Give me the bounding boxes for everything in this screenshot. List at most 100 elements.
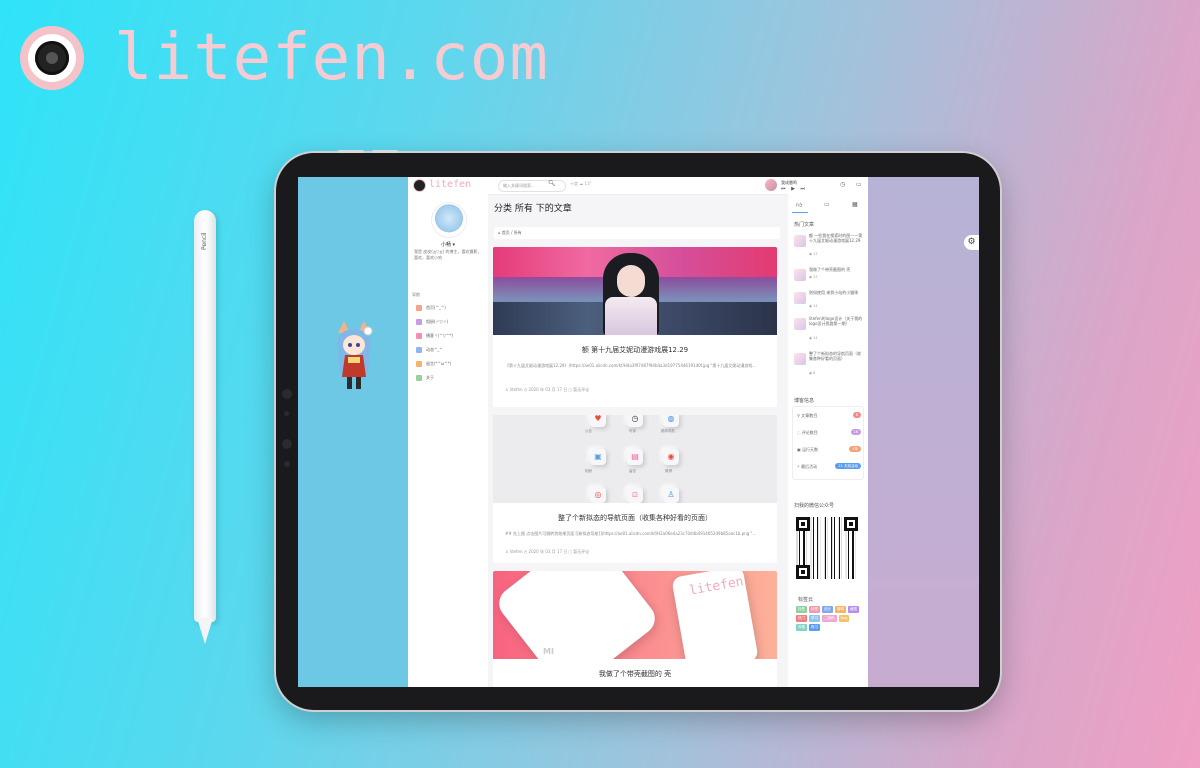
article-card[interactable]: 额 第十九届艾妮动漫游戏展12.29 《第十九届艾妮动漫游戏展12.29》(ht… <box>493 247 777 407</box>
stat-badge: 1年 <box>849 446 861 452</box>
top-navbar: litefen 输入关键词搜索... 🔍︎ 十度 ☁ 13° 我成雷鸣 ⏮ ▶ … <box>408 177 868 195</box>
stat-row: ⚲ 文章数目 8 <box>797 412 861 419</box>
tag[interactable]: 设计 <box>822 606 833 613</box>
tag[interactable]: 风格 <box>796 624 807 631</box>
tag[interactable]: 学习 <box>809 615 820 622</box>
tag[interactable]: 标签 <box>796 606 807 613</box>
guestbook-icon <box>416 361 422 367</box>
right-sidebar: 👍︎ ▭ ▦ 热门文章 额 一些我在搜索时的图——第十九届艾妮动漫游戏展12.2… <box>788 194 868 687</box>
tile-qq-icon[interactable]: ♙ <box>663 487 679 503</box>
tile-label: 相册 <box>585 469 592 473</box>
time-icon[interactable]: ◷ <box>840 181 845 188</box>
tile-label: 留言 <box>629 469 636 473</box>
hot-article-item[interactable]: 我做了个带壳截图的 壳 ◉ 17 <box>794 267 864 291</box>
page-title: 分类 所有 下的文章 <box>494 204 572 214</box>
tablet-top-button <box>338 150 364 153</box>
nav-item-album[interactable]: 相册(〃▽〃) <box>416 319 448 325</box>
tile-globe-icon[interactable]: ◍ <box>663 415 679 427</box>
tag[interactable]: 新闻 <box>835 606 846 613</box>
article-card[interactable]: MI litefen 我做了个带壳截图的 壳 <box>493 571 777 687</box>
article-title[interactable]: 额 第十九届艾妮动漫游戏展12.29 <box>493 345 777 355</box>
site-logo-text[interactable]: litefen <box>429 179 471 190</box>
tag-cloud: 标签 标签 设计 新闻 截图 热门 学习 二维码 Bug 风格 练习 <box>796 606 860 631</box>
home-icon <box>416 305 422 311</box>
tag[interactable]: 截图 <box>848 606 859 613</box>
message-icon[interactable]: ▭ <box>856 181 862 188</box>
article-excerpt: 《第十九届艾妮动漫游戏展12.29》(https://ae01.alicdn.c… <box>505 363 757 368</box>
tab-archive-icon[interactable]: ▦ <box>852 201 858 208</box>
nav-title: 导航 <box>412 292 420 297</box>
brand-logo-icon <box>20 26 84 90</box>
tag-cloud-title: 标签云 <box>798 597 814 603</box>
article-excerpt: ## 先上图 点击图片可跳转到效果页面 [[新拟态导航]](https://ae… <box>505 531 757 536</box>
blog-info-title: 博客信息 <box>794 398 815 404</box>
tile-label: 跳转导航 <box>661 429 675 433</box>
tile-tv-icon[interactable]: ▤ <box>627 449 643 465</box>
stat-row: ◌ 评论数目 16 <box>797 429 861 436</box>
tile-label: 时钟 <box>629 429 636 433</box>
settings-gear-icon[interactable]: ⚙ <box>964 235 979 250</box>
article-cover-image[interactable]: ♥ ◷ ◍ 公告 时钟 跳转导航 ▣ ▤ ◉ 相册 留言 微博 ◎ ⊡ ♙ <box>493 415 777 503</box>
hot-article-item[interactable]: litefen的logo设计（关于我的logo设计思路第一期） ◉ 14 <box>794 316 864 340</box>
tab-comments-icon[interactable]: ▭ <box>824 201 830 208</box>
stat-badge: 21 天前活动 <box>835 463 861 469</box>
nav-item-podcast[interactable]: 播客ヾ(^▽^*) <box>416 333 453 339</box>
tile-bilibili-icon[interactable]: ⊡ <box>627 487 643 503</box>
hot-article-item[interactable]: 额 一些我在搜索时的图——第十九届艾妮动漫游戏展12.29 ◉ 17 <box>794 233 864 257</box>
tag[interactable]: Bug <box>838 615 850 622</box>
player-controls[interactable]: ⏮ ▶ ⏭ <box>781 186 807 192</box>
camera-lens-icon <box>282 439 292 449</box>
stylus-tip <box>197 618 213 644</box>
screen-background-right <box>868 177 979 687</box>
tag[interactable]: 练习 <box>809 624 820 631</box>
article-cover-image[interactable]: MI litefen <box>493 571 777 659</box>
avatar[interactable] <box>431 202 467 238</box>
breadcrumb[interactable]: ⌂ 首页 / 所有 <box>494 227 780 239</box>
hot-article-item[interactable]: 则如使用 来到小站的小猫咪 ◉ 14 <box>794 290 864 314</box>
tag[interactable]: 标签 <box>809 606 820 613</box>
hot-articles-title: 热门文章 <box>794 222 815 228</box>
tile-clock-icon[interactable]: ◷ <box>627 415 643 427</box>
nav-item-moments[interactable]: 动态^_^ <box>416 347 443 353</box>
article-card[interactable]: ♥ ◷ ◍ 公告 时钟 跳转导航 ▣ ▤ ◉ 相册 留言 微博 ◎ ⊡ ♙ 整了… <box>493 415 777 563</box>
tile-label: 微博 <box>665 469 672 473</box>
article-title[interactable]: 整了个新拟态的导航页面（收集各种好看的页面） <box>493 513 777 523</box>
brand-name: litefen.com <box>114 21 549 95</box>
nav-item-home[interactable]: 首页(^_^) <box>416 305 446 311</box>
user-bio: 我是 皮皮(≧▽≦) 的博主，喜欢摄影，喜欢，喜欢小哈 <box>414 249 482 260</box>
tile-notice-icon[interactable]: ♥ <box>590 415 606 427</box>
flash-icon <box>284 461 290 467</box>
tile-photo-icon[interactable]: ▣ <box>590 449 606 465</box>
stylus-pencil <box>194 210 216 622</box>
search-input[interactable]: 输入关键词搜索... <box>498 180 566 192</box>
site-logo-icon[interactable] <box>414 180 425 191</box>
wechat-title: 扫我的微信公众号 <box>794 503 835 509</box>
stat-badge: 16 <box>850 429 861 435</box>
article-cover-image[interactable] <box>493 247 777 335</box>
user-name[interactable]: 小畅 ▾ <box>408 241 488 248</box>
article-meta: ♙ litefen ◷ 2020 年 03 月 17 日 ◻ 暂无评论 <box>505 387 590 392</box>
tablet-top-button-2 <box>372 150 398 153</box>
article-meta: ♙ litefen ◷ 2020 年 03 月 17 日 ◻ 暂无评论 <box>505 549 590 554</box>
tile-music-icon[interactable]: ◎ <box>590 487 606 503</box>
mascot-character-icon[interactable] <box>328 319 380 395</box>
hot-article-item[interactable]: 整了个新拟态的导航页面（收集各种好看的页面） ◉ 8 <box>794 351 864 375</box>
player-cover[interactable] <box>765 179 777 191</box>
article-title[interactable]: 我做了个带壳截图的 壳 <box>493 669 777 679</box>
tile-label: 公告 <box>585 429 592 433</box>
nav-item-about[interactable]: 关于 <box>416 375 434 381</box>
nav-item-guestbook[interactable]: 留言(*^ω^*) <box>416 361 451 367</box>
edit-icon <box>416 333 422 339</box>
stat-row: ⚡ 最后活动 21 天前活动 <box>797 463 861 470</box>
tag[interactable]: 热门 <box>796 615 807 622</box>
stat-row: ▣ 运行天数 1年 <box>797 446 861 453</box>
tile-weibo-icon[interactable]: ◉ <box>663 449 679 465</box>
moments-icon <box>416 347 422 353</box>
tag[interactable]: 二维码 <box>822 615 837 622</box>
blog-page: litefen 输入关键词搜索... 🔍︎ 十度 ☁ 13° 我成雷鸣 ⏮ ▶ … <box>408 177 868 687</box>
camera-icon <box>282 389 292 399</box>
pencil-label: Pencil <box>201 232 208 250</box>
tab-hot-thumbs-up-icon[interactable]: 👍︎ <box>796 201 802 209</box>
brand: litefen.com <box>20 26 549 90</box>
search-icon[interactable]: 🔍︎ <box>548 180 556 187</box>
